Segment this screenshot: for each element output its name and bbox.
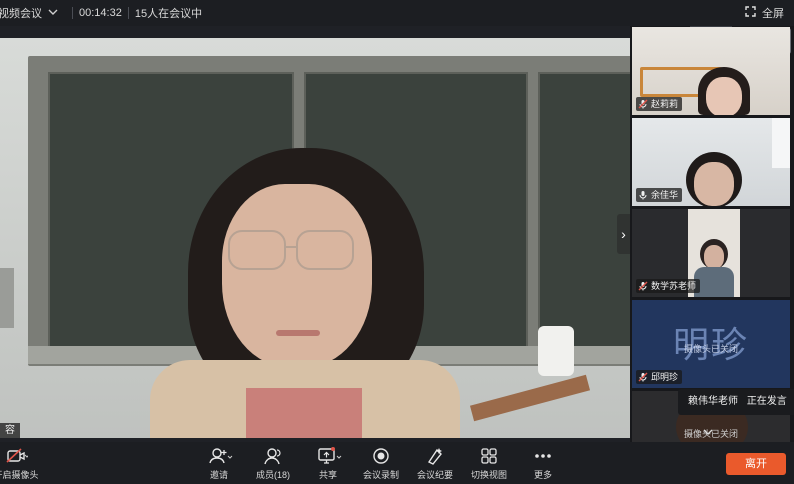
- camera-off-text: 摄像头已关闭: [683, 344, 738, 354]
- participant-name-tag: 邱明珍: [636, 370, 683, 384]
- divider: [72, 7, 73, 19]
- more-label: 更多: [533, 470, 552, 480]
- divider: [127, 7, 129, 19]
- elapsed-time: 00:14:32: [79, 7, 122, 19]
- mic-muted-icon: [638, 99, 648, 109]
- participant-name-tag: 赵莉莉: [636, 97, 683, 111]
- more-dots-icon: [515, 446, 571, 466]
- record-icon: [353, 446, 409, 466]
- chevron-down-icon: [48, 8, 58, 19]
- expand-panel-button[interactable]: ›: [617, 214, 630, 254]
- participant-tile[interactable]: 赵莉莉: [632, 27, 790, 115]
- invite-label: 邀请: [209, 470, 228, 480]
- members-button[interactable]: 成员(18): [245, 446, 301, 481]
- share-label: 共享: [318, 470, 337, 480]
- participant-tile[interactable]: 明珍 摄像头已关闭 邱明珍: [632, 300, 790, 388]
- participant-name-tag: 余佳华: [636, 188, 683, 202]
- participant-face: [706, 77, 742, 115]
- speaking-indicator: 赖伟华老师 正在发言: [678, 389, 794, 415]
- wall-switch: [0, 268, 14, 328]
- participant-tile[interactable]: 余佳华: [632, 118, 790, 206]
- record-button[interactable]: 会议录制: [353, 446, 409, 481]
- speaker-mouth: [276, 330, 320, 336]
- bottom-toolbar: 开启摄像头 邀请 成员(18) 共享 会议录制: [0, 442, 794, 484]
- speaker-name: 赖伟华老师: [688, 396, 738, 407]
- blackboard-panel: [538, 72, 630, 348]
- chevron-down-icon[interactable]: [703, 428, 713, 439]
- participant-name: 数学苏老师: [651, 281, 697, 291]
- leave-button[interactable]: 离开: [726, 453, 786, 475]
- camera-off-icon: [0, 446, 44, 466]
- paper-cup: [538, 326, 574, 376]
- top-bar: 视频会议 00:14:32 15人在会议中 全屏: [0, 0, 794, 26]
- fullscreen-label: 全屏: [762, 8, 784, 20]
- record-label: 会议录制: [362, 470, 399, 480]
- invite-user-icon: [191, 446, 247, 466]
- meeting-window: 视频会议 00:14:32 15人在会议中 全屏 容 › 赵莉莉 余佳华 数学苏…: [0, 0, 794, 484]
- participant-name-tag: 数学苏老师: [636, 279, 701, 293]
- speaking-status: 正在发言: [746, 396, 787, 407]
- ai-minutes-icon: [407, 446, 463, 466]
- chevron-right-icon: ›: [621, 226, 626, 242]
- share-button[interactable]: 共享: [300, 446, 356, 481]
- switch-view-label: 切换视图: [470, 470, 507, 480]
- more-button[interactable]: 更多: [515, 446, 571, 481]
- speaker-figure: [150, 148, 460, 438]
- participant-name: 余佳华: [651, 190, 679, 200]
- minutes-button[interactable]: 会议纪要: [407, 446, 463, 481]
- main-video-name-tag: 容: [0, 423, 20, 438]
- members-label: 成员(18): [255, 470, 290, 480]
- glasses-lens: [296, 230, 354, 270]
- fullscreen-button[interactable]: 全屏: [745, 0, 784, 26]
- participant-name: 赵莉莉: [651, 99, 679, 109]
- participant-tile[interactable]: 数学苏老师: [632, 209, 790, 297]
- main-video[interactable]: [0, 38, 630, 438]
- fullscreen-icon: [745, 6, 756, 20]
- participants-status: 15人在会议中: [134, 8, 203, 20]
- speaker-shirt: [246, 388, 362, 438]
- members-icon: [245, 446, 301, 466]
- grid-view-icon: [461, 446, 517, 466]
- camera-button[interactable]: 开启摄像头: [0, 446, 44, 481]
- switch-view-button[interactable]: 切换视图: [461, 446, 517, 481]
- glasses-bridge: [286, 246, 298, 248]
- meeting-info-dropdown[interactable]: 视频会议: [0, 5, 66, 21]
- speaker-face: [222, 184, 372, 368]
- glasses-lens: [228, 230, 286, 270]
- window-light: [772, 118, 790, 168]
- minutes-label: 会议纪要: [416, 470, 453, 480]
- share-screen-icon: [300, 446, 356, 466]
- participant-name: 邱明珍: [651, 372, 679, 382]
- participant-face: [704, 245, 724, 269]
- mic-icon: [638, 190, 648, 200]
- mic-muted-icon: [638, 281, 648, 291]
- participant-face: [694, 162, 734, 206]
- meeting-name: 视频会议: [0, 8, 42, 20]
- invite-button[interactable]: 邀请: [191, 446, 247, 481]
- camera-label: 开启摄像头: [0, 470, 39, 480]
- mic-muted-icon: [638, 372, 648, 382]
